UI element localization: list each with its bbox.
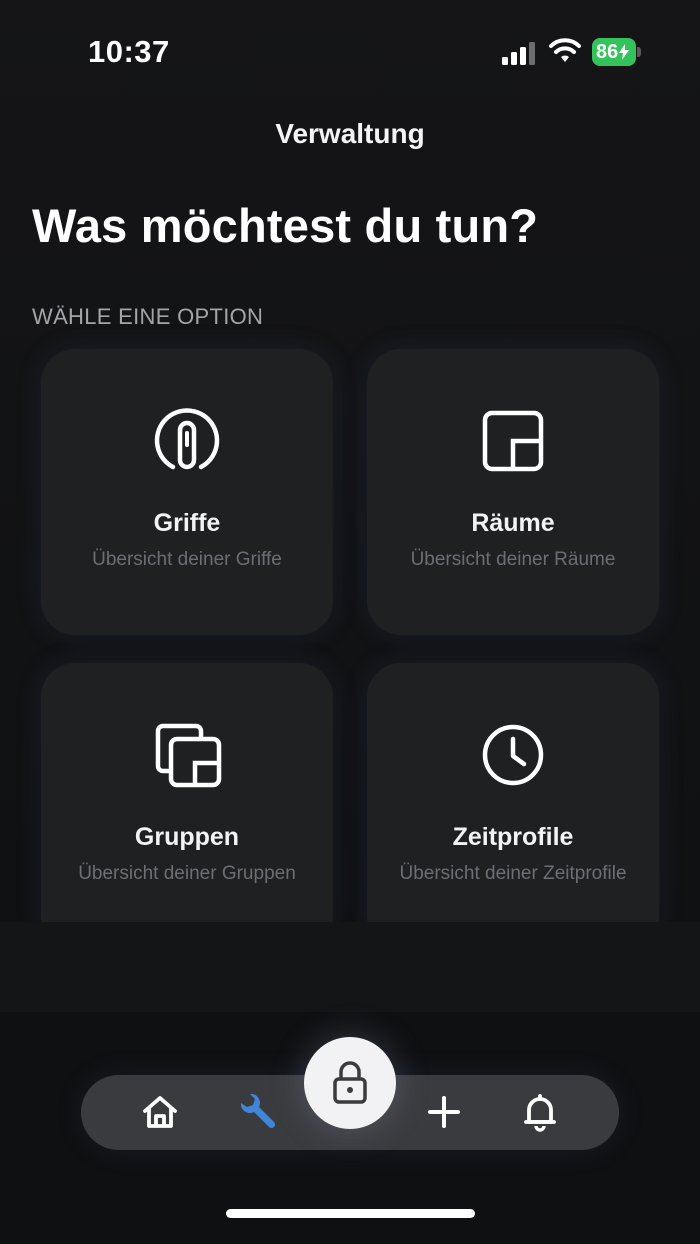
nav-title: Verwaltung xyxy=(275,118,425,149)
room-icon xyxy=(482,410,544,472)
bell-icon[interactable] xyxy=(519,1091,561,1133)
option-title: Gruppen xyxy=(134,823,240,851)
bolt-icon xyxy=(619,44,630,60)
battery-level-text: 86 xyxy=(596,40,619,63)
status-bar: 10:37 86 xyxy=(0,0,700,100)
option-subtitle: Übersicht deiner Gruppen xyxy=(78,863,296,884)
wifi-icon xyxy=(549,38,581,62)
wrench-icon[interactable] xyxy=(235,1091,277,1133)
groups-icon xyxy=(155,723,222,788)
option-card-zeitprofile[interactable]: Zeitprofile Übersicht deiner Zeitprofile xyxy=(367,663,659,949)
handle-icon xyxy=(154,408,220,470)
home-indicator[interactable] xyxy=(226,1209,475,1218)
lock-button[interactable] xyxy=(304,1037,396,1129)
section-label: WÄHLE EINE OPTION xyxy=(32,304,264,329)
option-card-griffe[interactable]: Griffe Übersicht deiner Griffe xyxy=(41,349,333,635)
option-subtitle: Übersicht deiner Räume xyxy=(410,549,616,570)
signal-icon xyxy=(502,42,535,65)
battery-level: 86 xyxy=(592,38,636,66)
option-card-raeume[interactable]: Räume Übersicht deiner Räume xyxy=(367,349,659,635)
option-card-gruppen[interactable]: Gruppen Übersicht deiner Gruppen xyxy=(41,663,333,949)
status-time: 10:37 xyxy=(88,34,170,69)
option-subtitle: Übersicht deiner Griffe xyxy=(92,549,282,570)
battery-charging-icon: 86 xyxy=(592,38,641,66)
page-title: Was möchtest du tun? xyxy=(32,199,539,252)
screen: 10:37 86 Verwaltung Was möchtest du tun?… xyxy=(0,0,700,1244)
option-title: Räume xyxy=(471,509,555,537)
lock-icon xyxy=(333,1061,367,1104)
option-title: Griffe xyxy=(153,509,221,537)
option-subtitle: Übersicht deiner Zeitprofile xyxy=(399,863,627,884)
bottom-divider-strip xyxy=(0,922,700,1012)
option-title: Zeitprofile xyxy=(452,823,574,851)
plus-icon[interactable] xyxy=(423,1091,465,1133)
battery-cap xyxy=(637,47,641,57)
home-icon[interactable] xyxy=(139,1091,181,1133)
clock-icon xyxy=(482,724,544,786)
